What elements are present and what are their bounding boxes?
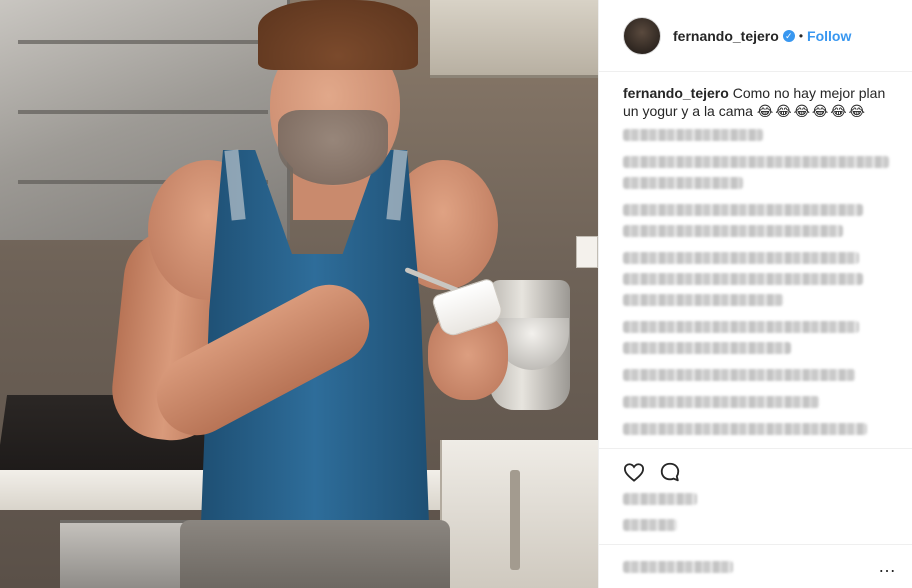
- comment-blurred: [623, 273, 863, 285]
- comment-blurred: [623, 396, 819, 408]
- comment-blurred: [623, 369, 855, 381]
- post-caption: fernando_tejero Como no hay mejor plan u…: [623, 84, 896, 120]
- caption-username[interactable]: fernando_tejero: [623, 85, 729, 101]
- comment-blurred: [623, 177, 743, 189]
- more-options-icon[interactable]: …: [878, 556, 897, 577]
- heart-icon[interactable]: [623, 462, 645, 482]
- add-comment-placeholder-blurred[interactable]: [623, 560, 733, 573]
- comment-blurred: [623, 342, 791, 354]
- post-photo[interactable]: [0, 0, 598, 588]
- post-actions: [599, 448, 912, 531]
- avatar[interactable]: [623, 16, 661, 55]
- post-sidebar: fernando_tejero ✓ • Follow fernando_teje…: [598, 0, 912, 588]
- follow-button[interactable]: Follow: [807, 28, 851, 44]
- comment-blurred: [623, 204, 863, 216]
- comments-section: fernando_tejero Como no hay mejor plan u…: [599, 72, 912, 438]
- add-comment-bar[interactable]: …: [599, 544, 912, 588]
- load-more-comments[interactable]: [623, 129, 763, 141]
- person: [107, 0, 538, 588]
- comment-blurred: [623, 294, 783, 306]
- post-header: fernando_tejero ✓ • Follow: [599, 0, 912, 72]
- comment-blurred: [623, 423, 867, 435]
- hair: [258, 0, 418, 70]
- post-date-blurred: [623, 519, 677, 531]
- comment-blurred: [623, 321, 859, 333]
- verified-badge-icon: ✓: [782, 29, 795, 42]
- caption-emojis: 😂😂😂😂😂😂: [756, 103, 868, 119]
- beard: [278, 110, 388, 185]
- comment-icon[interactable]: [659, 461, 681, 483]
- wall-outlet: [576, 236, 598, 268]
- comment-blurred: [623, 156, 889, 168]
- header-username[interactable]: fernando_tejero: [673, 28, 779, 44]
- pants: [180, 520, 450, 588]
- comment-blurred: [623, 225, 843, 237]
- instagram-post: fernando_tejero ✓ • Follow fernando_teje…: [0, 0, 912, 588]
- likes-count-blurred: [623, 493, 697, 505]
- comment-blurred: [623, 252, 859, 264]
- separator-dot: •: [798, 28, 804, 43]
